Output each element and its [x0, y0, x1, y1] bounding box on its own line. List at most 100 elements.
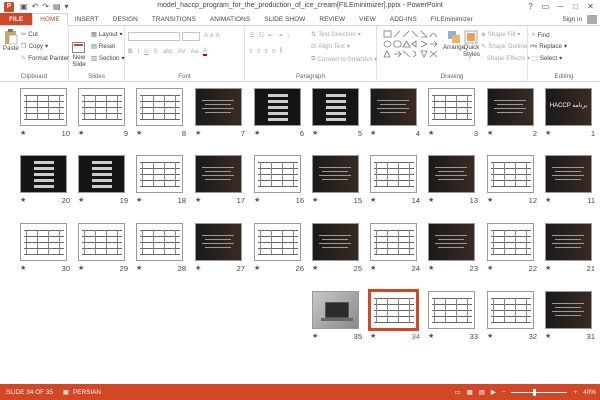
- grow-font-button[interactable]: A: [204, 32, 208, 39]
- slide-thumbnail[interactable]: [487, 223, 534, 261]
- slide-thumbnail[interactable]: [428, 291, 475, 329]
- slide-thumbnail[interactable]: [136, 155, 183, 193]
- slide-thumbnail[interactable]: [195, 223, 242, 261]
- reset-button[interactable]: ▤ Reset: [91, 43, 115, 50]
- language-label[interactable]: PERSIAN: [73, 389, 101, 396]
- decrease-indent-icon[interactable]: ⇤: [268, 32, 273, 39]
- minimize-icon[interactable]: ─: [553, 0, 568, 12]
- tab-slide-show[interactable]: SLIDE SHOW: [257, 13, 312, 25]
- slide-thumbnail[interactable]: [312, 291, 359, 329]
- change-case-button[interactable]: Aa: [191, 48, 199, 55]
- ribbon-display-icon[interactable]: ▭: [538, 0, 553, 12]
- maximize-icon[interactable]: □: [568, 0, 583, 12]
- increase-indent-icon[interactable]: ⇥: [277, 32, 282, 39]
- slide-thumbnail[interactable]: [370, 155, 417, 193]
- slide-thumbnail[interactable]: [78, 88, 125, 126]
- tab-animations[interactable]: ANIMATIONS: [203, 13, 257, 25]
- redo-icon[interactable]: ↷: [42, 2, 49, 12]
- slide-thumbnail[interactable]: [78, 223, 125, 261]
- shape-effects-button[interactable]: ◌ Shape Effects ▾: [481, 55, 530, 62]
- slide-thumbnail[interactable]: [487, 88, 534, 126]
- line-spacing-icon[interactable]: ↕: [287, 32, 290, 39]
- font-size-combo[interactable]: [182, 32, 200, 41]
- quick-styles-button[interactable]: Quick Styles: [463, 30, 480, 58]
- shapes-gallery[interactable]: [383, 30, 441, 62]
- tab-review[interactable]: REVIEW: [312, 13, 352, 25]
- zoom-slider-thumb[interactable]: [532, 388, 536, 396]
- zoom-in-button[interactable]: +: [573, 389, 577, 396]
- tab-home[interactable]: HOME: [32, 13, 68, 26]
- slide-thumbnail[interactable]: [312, 88, 359, 126]
- clear-formatting-button[interactable]: A: [215, 32, 219, 39]
- select-button[interactable]: ⬚ Select ▾: [532, 55, 562, 62]
- underline-button[interactable]: U: [144, 48, 148, 55]
- help-icon[interactable]: ?: [523, 0, 538, 12]
- slide-thumbnail[interactable]: [312, 223, 359, 261]
- slide-thumbnail[interactable]: HACCP برنامه: [545, 88, 592, 126]
- tab-file[interactable]: FILE: [0, 13, 33, 25]
- slide-thumbnail[interactable]: [254, 223, 301, 261]
- numbering-icon[interactable]: ☷: [259, 32, 265, 39]
- slide-thumbnail[interactable]: [545, 223, 592, 261]
- normal-view-icon[interactable]: ▭: [455, 388, 461, 396]
- character-spacing-button[interactable]: AV: [178, 48, 186, 55]
- customize-qat-icon[interactable]: ▾: [65, 2, 69, 12]
- text-shadow-button[interactable]: abc: [163, 48, 173, 55]
- tab-fileminimizer[interactable]: FILEminimizer: [424, 13, 480, 25]
- sign-in-link[interactable]: Sign in: [562, 13, 582, 26]
- shape-outline-button[interactable]: ✎ Shape Outline ▾: [481, 43, 533, 50]
- slideshow-view-icon[interactable]: ▶: [491, 388, 496, 396]
- proofing-icon[interactable]: ▣: [63, 388, 69, 396]
- slide-thumbnail[interactable]: [254, 155, 301, 193]
- arrange-button[interactable]: Arrange: [443, 30, 465, 51]
- font-name-combo[interactable]: [128, 32, 180, 41]
- powerpoint-app-icon[interactable]: P: [4, 1, 14, 12]
- bold-button[interactable]: B: [128, 48, 132, 55]
- slide-thumbnail[interactable]: [312, 155, 359, 193]
- slide-thumbnail[interactable]: [428, 88, 475, 126]
- strikethrough-button[interactable]: S: [154, 48, 158, 55]
- slide-thumbnail[interactable]: [428, 155, 475, 193]
- slide-thumbnail[interactable]: [545, 291, 592, 329]
- font-color-button[interactable]: A: [203, 47, 208, 56]
- slide-thumbnail[interactable]: [78, 155, 125, 193]
- paste-button[interactable]: Paste: [3, 29, 19, 52]
- slide-thumbnail[interactable]: [370, 88, 417, 126]
- reading-view-icon[interactable]: ▤: [479, 388, 485, 396]
- slide-sorter-view-icon[interactable]: ▦: [467, 388, 473, 396]
- find-button[interactable]: ⌕ Find: [532, 31, 550, 39]
- tab-transitions[interactable]: TRANSITIONS: [145, 13, 203, 25]
- shape-fill-button[interactable]: ◈ Shape Fill ▾: [481, 31, 520, 38]
- align-center-icon[interactable]: ≡: [257, 48, 261, 55]
- zoom-out-button[interactable]: −: [502, 389, 506, 396]
- copy-button[interactable]: ❐ Copy ▾: [21, 43, 48, 50]
- tab-view[interactable]: VIEW: [352, 13, 383, 25]
- italic-button[interactable]: I: [137, 48, 139, 55]
- save-icon[interactable]: ▣: [20, 2, 28, 12]
- layout-button[interactable]: ▦ Layout ▾: [91, 31, 123, 38]
- replace-button[interactable]: ⇆ Replace ▾: [532, 43, 567, 50]
- start-from-beginning-icon[interactable]: ▤: [53, 2, 61, 12]
- slide-thumbnail[interactable]: [20, 223, 67, 261]
- slide-thumbnail[interactable]: [195, 88, 242, 126]
- account-avatar[interactable]: [587, 15, 597, 24]
- text-direction-button[interactable]: ⇅ Text Direction ▾: [311, 31, 361, 38]
- close-icon[interactable]: ✕: [583, 0, 598, 12]
- slide-thumbnail[interactable]: [428, 223, 475, 261]
- slide-thumbnail[interactable]: [136, 223, 183, 261]
- zoom-level[interactable]: 40%: [583, 389, 596, 396]
- slide-thumbnail[interactable]: [370, 223, 417, 261]
- slide-thumbnail[interactable]: [136, 88, 183, 126]
- justify-icon[interactable]: ≡: [272, 48, 276, 55]
- tab-insert[interactable]: INSERT: [68, 13, 106, 25]
- align-text-button[interactable]: ⊟ Align Text ▾: [311, 43, 350, 50]
- tab-design[interactable]: DESIGN: [106, 13, 145, 25]
- section-button[interactable]: ▥ Section ▾: [91, 55, 125, 62]
- slide-thumbnail[interactable]: [368, 289, 419, 331]
- slide-thumbnail[interactable]: [20, 155, 67, 193]
- slide-thumbnail[interactable]: [545, 155, 592, 193]
- zoom-slider[interactable]: [511, 388, 568, 396]
- shrink-font-button[interactable]: A: [210, 33, 213, 39]
- slide-thumbnail[interactable]: [487, 291, 534, 329]
- slide-thumbnail[interactable]: [254, 88, 301, 126]
